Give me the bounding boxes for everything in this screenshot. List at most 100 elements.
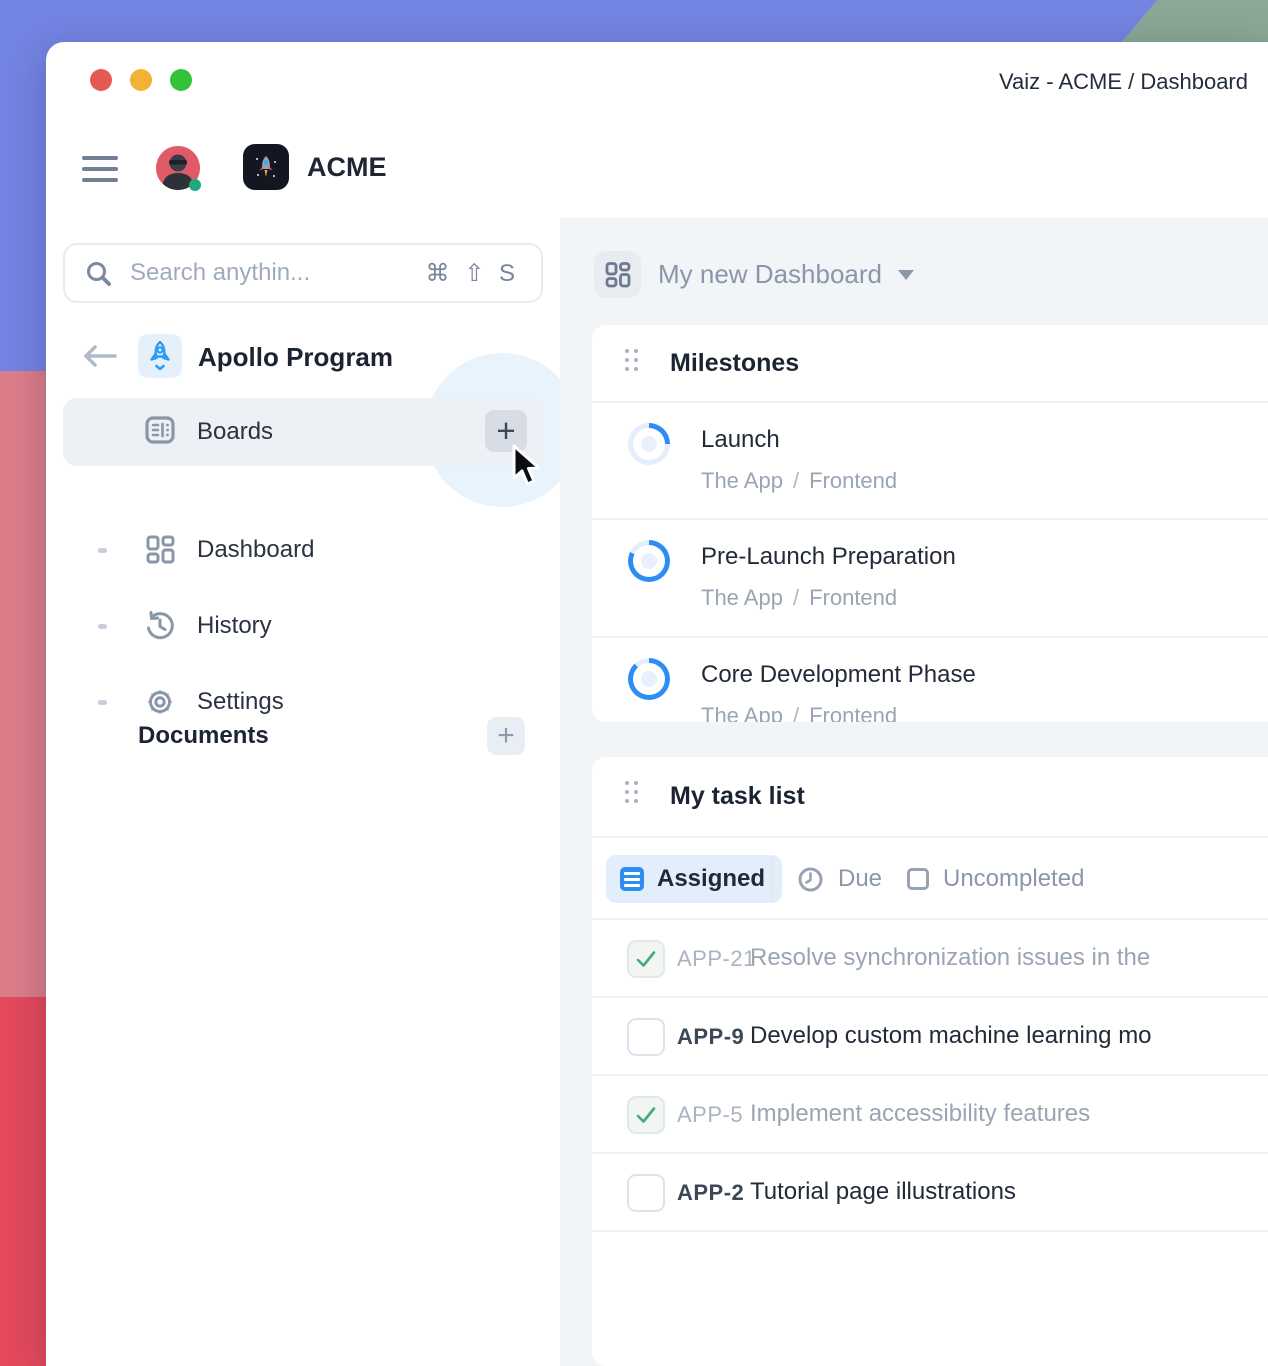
bullet-dot — [98, 548, 107, 553]
milestone-title: Pre-Launch Preparation — [701, 543, 956, 571]
search-input[interactable]: Search anythin... ⌘ ⇧ S — [63, 243, 543, 303]
dashboard-title: My new Dashboard — [658, 259, 882, 290]
milestone-breadcrumb: The App / Frontend — [701, 585, 897, 611]
milestones-title: Milestones — [670, 325, 799, 401]
drag-handle-icon[interactable] — [625, 349, 638, 371]
sidebar-item-boards-label: Boards — [197, 418, 273, 446]
workspace-name[interactable]: ACME — [307, 152, 387, 183]
milestone-project: The App — [701, 585, 783, 610]
progress-ring — [628, 658, 670, 700]
rocket-icon — [146, 341, 174, 371]
milestone-breadcrumb: The App / Frontend — [701, 468, 897, 494]
task-row[interactable]: APP-2 Tutorial page illustrations — [592, 1154, 1268, 1232]
filter-assigned[interactable]: Assigned — [606, 855, 782, 903]
history-clock-icon — [142, 608, 178, 644]
zoom-window-button[interactable] — [170, 69, 192, 91]
sidebar-item-settings-label: Settings — [197, 688, 284, 716]
task-filters: Assigned Due Uncompleted — [592, 838, 1268, 920]
project-name[interactable]: Apollo Program — [198, 342, 393, 373]
dashboard-grid-button[interactable] — [594, 251, 641, 298]
task-row[interactable]: APP-21 Resolve synchronization issues in… — [592, 920, 1268, 998]
filter-divider — [771, 857, 773, 901]
task-id: APP-5 — [677, 1102, 743, 1128]
drag-handle-icon[interactable] — [625, 781, 638, 803]
assigned-list-icon — [620, 867, 644, 891]
task-title: Develop custom machine learning mo — [750, 1022, 1152, 1050]
task-checkbox[interactable] — [627, 1096, 665, 1134]
milestone-title: Launch — [701, 426, 780, 454]
filter-uncompleted[interactable]: Uncompleted — [907, 855, 1084, 903]
check-icon — [634, 1103, 658, 1127]
bullet-dot — [98, 700, 107, 705]
project-icon-chip[interactable] — [138, 334, 182, 378]
search-icon — [85, 260, 112, 287]
task-title: Resolve synchronization issues in the — [750, 944, 1150, 972]
close-window-button[interactable] — [90, 69, 112, 91]
sidebar-item-dashboard[interactable]: Dashboard — [46, 522, 560, 578]
minimize-window-button[interactable] — [130, 69, 152, 91]
milestone-project: The App — [701, 468, 783, 493]
check-icon — [634, 947, 658, 971]
boards-icon — [142, 412, 178, 448]
filter-uncompleted-label: Uncompleted — [943, 865, 1084, 893]
sidebar-item-history-label: History — [197, 612, 272, 640]
milestones-widget: Milestones Launch The App / Frontend Pre-L… — [592, 325, 1268, 722]
filter-assigned-label: Assigned — [657, 865, 765, 893]
milestones-header: Milestones — [592, 325, 1268, 403]
sidebar-item-boards[interactable] — [63, 398, 543, 466]
milestone-board: Frontend — [809, 703, 897, 722]
clock-icon — [797, 866, 824, 893]
dashboard-selector[interactable]: My new Dashboard — [658, 251, 914, 298]
breadcrumb-slash: / — [793, 468, 799, 493]
app-window: Vaiz - ACME / Dashboard ACME Search anyt… — [46, 42, 1268, 1366]
checkbox-outline-icon — [907, 868, 929, 890]
online-status-dot — [189, 179, 201, 191]
task-id: APP-2 — [677, 1180, 744, 1206]
breadcrumb-slash: / — [793, 585, 799, 610]
milestone-row[interactable]: Core Development Phase The App / Frontend — [592, 638, 1268, 722]
task-title: Implement accessibility features — [750, 1100, 1090, 1128]
workspace-logo[interactable] — [243, 144, 289, 190]
dashboard-grid-icon — [142, 532, 178, 568]
bullet-dot — [98, 624, 107, 629]
milestone-row[interactable]: Pre-Launch Preparation The App / Frontend — [592, 520, 1268, 638]
mouse-cursor — [508, 444, 550, 495]
filter-due[interactable]: Due — [797, 855, 882, 903]
breadcrumb-slash: / — [793, 703, 799, 722]
task-list-header: My task list — [592, 757, 1268, 838]
sidebar-item-dashboard-label: Dashboard — [197, 536, 314, 564]
progress-ring — [628, 423, 670, 465]
search-shortcut: ⌘ ⇧ S — [426, 259, 519, 288]
settings-gear-icon — [142, 684, 178, 720]
filter-due-label: Due — [838, 865, 882, 893]
window-title: Vaiz - ACME / Dashboard — [999, 69, 1248, 95]
milestone-board: Frontend — [809, 585, 897, 610]
back-arrow-icon[interactable] — [81, 343, 119, 374]
milestone-title: Core Development Phase — [701, 661, 976, 689]
progress-ring — [628, 540, 670, 582]
task-row[interactable]: APP-9 Develop custom machine learning mo — [592, 998, 1268, 1076]
search-placeholder: Search anythin... — [130, 259, 408, 287]
chevron-down-icon — [898, 270, 914, 280]
task-row[interactable]: APP-5 Implement accessibility features — [592, 1076, 1268, 1154]
rocket-icon — [252, 153, 280, 181]
dashboard-grid-icon — [604, 261, 632, 289]
task-title: Tutorial page illustrations — [750, 1178, 1016, 1206]
task-list-widget: My task list Assigned Due Uncompleted — [592, 757, 1268, 1366]
task-id: APP-21 — [677, 946, 756, 972]
milestone-project: The App — [701, 703, 783, 722]
task-id: APP-9 — [677, 1024, 744, 1050]
menu-icon[interactable] — [82, 156, 118, 182]
window-controls — [90, 69, 192, 91]
documents-section-label: Documents — [138, 722, 269, 750]
task-checkbox[interactable] — [627, 940, 665, 978]
milestone-breadcrumb: The App / Frontend — [701, 703, 897, 722]
milestone-board: Frontend — [809, 468, 897, 493]
task-list-title: My task list — [670, 757, 805, 836]
task-checkbox[interactable] — [627, 1174, 665, 1212]
sidebar-item-settings[interactable]: Settings — [46, 674, 560, 730]
task-checkbox[interactable] — [627, 1018, 665, 1056]
add-document-button[interactable]: + — [487, 717, 525, 755]
sidebar-item-history[interactable]: History — [46, 598, 560, 654]
milestone-row[interactable]: Launch The App / Frontend — [592, 403, 1268, 520]
